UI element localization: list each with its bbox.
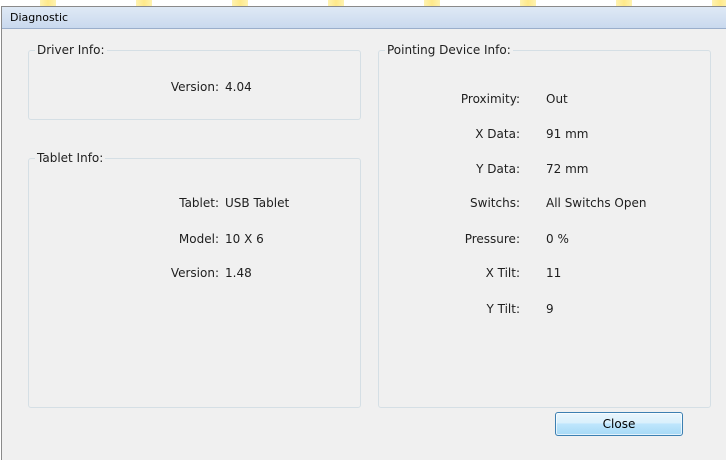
x-tilt-label: X Tilt: [485,266,520,280]
y-data-row: Y Data: 72 mm [378,161,711,177]
x-data-row: X Data: 91 mm [378,126,711,142]
switchs-value: All Switchs Open [546,196,647,210]
tablet-row: Tablet: USB Tablet [28,195,361,211]
x-data-value: 91 mm [546,127,589,141]
tablet-label: Tablet: [179,196,219,210]
proximity-row: Proximity: Out [378,91,711,107]
pressure-row: Pressure: 0 % [378,231,711,247]
model-row: Model: 10 X 6 [28,231,361,247]
pressure-label: Pressure: [464,232,520,246]
x-tilt-value: 11 [546,266,562,280]
proximity-value: Out [546,92,568,106]
driver-version-label: Version: [170,80,219,94]
close-button[interactable]: Close [555,412,683,436]
driver-version-value: 4.04 [225,80,252,94]
proximity-label: Proximity: [460,92,520,106]
switchs-row: Switchs: All Switchs Open [378,195,711,211]
y-data-value: 72 mm [546,162,589,176]
y-tilt-value: 9 [546,302,554,316]
pressure-value: 0 % [546,232,569,246]
x-data-label: X Data: [475,127,520,141]
tablet-version-row: Version: 1.48 [28,265,361,281]
tablet-version-value: 1.48 [225,266,252,280]
driver-info-label: Driver Info: [35,43,107,57]
y-tilt-label: Y Tilt: [486,302,520,316]
driver-version-row: Version: 4.04 [28,79,361,95]
title-bar[interactable]: Diagnostic [2,7,726,29]
switchs-label: Switchs: [470,196,520,210]
y-data-label: Y Data: [476,162,520,176]
pointing-device-info-label: Pointing Device Info: [385,43,513,57]
window-title: Diagnostic [10,11,69,24]
tablet-info-label: Tablet Info: [35,151,106,165]
tablet-version-label: Version: [170,266,219,280]
tablet-value: USB Tablet [225,196,290,210]
y-tilt-row: Y Tilt: 9 [378,301,711,317]
model-label: Model: [178,232,219,246]
x-tilt-row: X Tilt: 11 [378,265,711,281]
model-value: 10 X 6 [225,232,264,246]
